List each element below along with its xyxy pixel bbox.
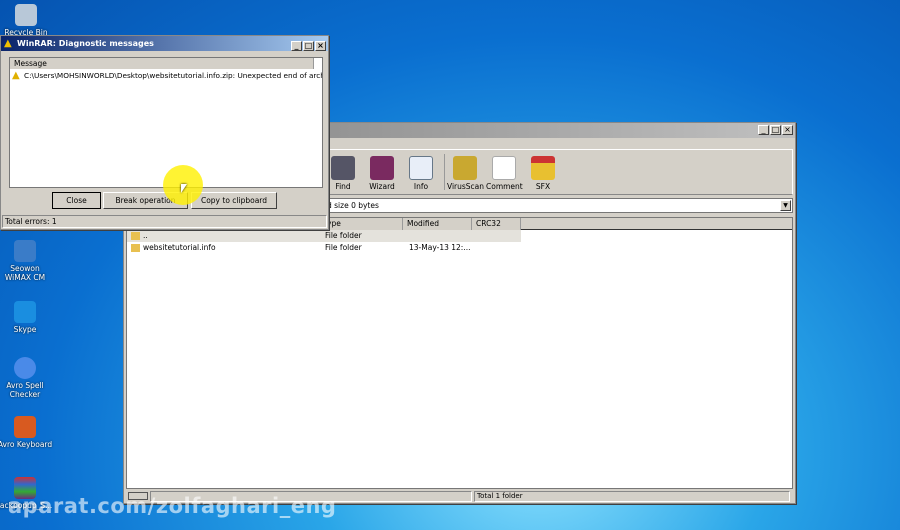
tool-info[interactable]: Info <box>403 156 439 191</box>
folder-icon <box>131 232 140 240</box>
tool-virusscan[interactable]: VirusScan <box>447 156 484 191</box>
tool-comment[interactable]: Comment <box>486 156 523 191</box>
close-button[interactable]: × <box>315 41 326 51</box>
tool-wizard[interactable]: Wizard <box>364 156 400 191</box>
desktop-icon-avro-spell[interactable]: Avro Spell Checker <box>0 357 53 399</box>
mouse-pointer-icon <box>181 184 187 193</box>
message-list: Message ▲ C:\Users\MOHSINWORLD\Desktop\w… <box>9 57 323 188</box>
virusscan-icon <box>453 156 477 180</box>
recycle-bin-icon <box>15 4 37 26</box>
comment-icon <box>492 156 516 180</box>
close-dialog-button[interactable]: Close <box>52 192 101 209</box>
binoculars-icon <box>331 156 355 180</box>
avro-spell-icon <box>14 357 36 379</box>
dropdown-arrow-icon[interactable]: ▼ <box>780 200 791 211</box>
tool-sfx[interactable]: SFX <box>525 156 561 191</box>
maximize-button[interactable]: □ <box>303 41 314 51</box>
file-list: ype Modified CRC32 .. File folder websit… <box>126 217 793 489</box>
warning-icon: ▲ <box>12 70 20 81</box>
avro-keyboard-icon <box>14 416 36 438</box>
copy-to-clipboard-button[interactable]: Copy to clipboard <box>191 192 277 209</box>
maximize-button[interactable]: □ <box>770 125 781 135</box>
message-row[interactable]: ▲ C:\Users\MOHSINWORLD\Desktop\websitetu… <box>12 70 322 82</box>
column-header-message[interactable]: Message <box>10 58 314 69</box>
desktop-icon-seowon[interactable]: Seowon WiMAX CM <box>0 240 53 282</box>
diagnostic-dialog: ▲ WinRAR: Diagnostic messages _ □ × Messag… <box>0 35 329 230</box>
dialog-status-bar: Total errors: 1 <box>2 215 327 228</box>
minimize-button[interactable]: _ <box>758 125 769 135</box>
close-button[interactable]: × <box>782 125 793 135</box>
folder-icon <box>131 244 140 252</box>
column-header-modified[interactable]: Modified <box>403 218 472 230</box>
minimize-button[interactable]: _ <box>291 41 302 51</box>
dialog-title-bar[interactable]: ▲ WinRAR: Diagnostic messages _ □ × <box>1 36 328 51</box>
info-icon <box>409 156 433 180</box>
desktop-icon-skype[interactable]: Skype <box>0 301 53 334</box>
file-row-parent[interactable]: .. File folder <box>127 230 521 242</box>
desktop-icon-recycle-bin[interactable]: Recycle Bin <box>0 4 54 37</box>
watermark: aparat.com/zolfaghari_eng <box>8 494 337 518</box>
wizard-icon <box>370 156 394 180</box>
warning-icon: ▲ <box>4 38 12 49</box>
column-header-type[interactable]: ype <box>323 218 403 230</box>
wimax-icon <box>14 240 36 262</box>
tool-find[interactable]: Find <box>325 156 361 191</box>
file-row[interactable]: websitetutorial.info File folder 13-May-… <box>127 242 521 254</box>
sfx-icon <box>531 156 555 180</box>
column-header-crc32[interactable]: CRC32 <box>472 218 521 230</box>
skype-icon <box>14 301 36 323</box>
desktop-icon-avro-keyboard[interactable]: Avro Keyboard <box>0 416 53 449</box>
